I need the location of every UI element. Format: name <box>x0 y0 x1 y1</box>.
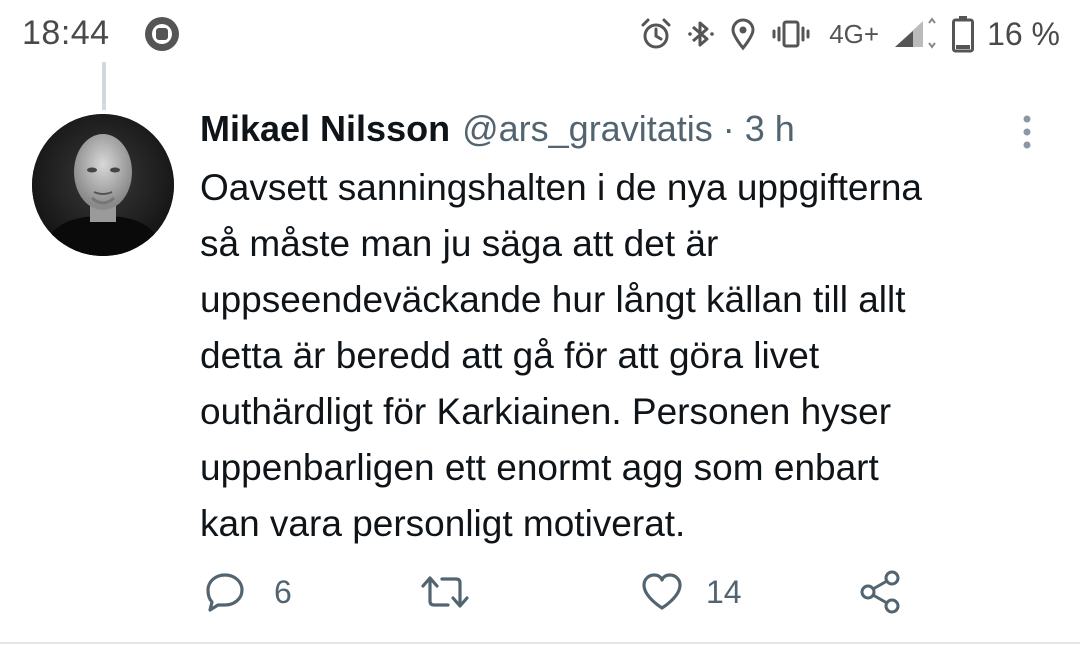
avatar[interactable] <box>32 114 174 256</box>
header-separator: · <box>722 108 735 149</box>
retweet-icon <box>420 571 470 613</box>
share-button[interactable] <box>858 569 902 615</box>
status-bar: 18:44 4G+ 16 % <box>0 0 1080 70</box>
author-name[interactable]: Mikael Nilsson <box>200 108 450 150</box>
divider <box>0 642 1080 644</box>
tweet-text-line: Oavsett sanningshalten i de nya uppgifte… <box>200 167 922 208</box>
tweet-text-line: så måste man ju säga att det är <box>200 223 719 264</box>
tweet-text-line: uppenbarligen ett enormt agg som enbart <box>200 447 879 488</box>
share-icon <box>858 569 902 615</box>
tweet-text-line: uppseendeväckande hur långt källan till … <box>200 279 906 320</box>
reply-count: 6 <box>274 573 292 610</box>
battery-icon <box>951 15 975 53</box>
author-handle[interactable]: @ars_gravitatis <box>462 108 713 150</box>
retweet-button[interactable] <box>420 571 498 613</box>
app-notification-icon <box>142 14 182 54</box>
status-icons: 4G+ 16 % <box>639 10 1060 58</box>
bluetooth-icon <box>687 17 715 51</box>
more-options-icon[interactable] <box>1012 112 1042 152</box>
alarm-icon <box>639 17 673 51</box>
tweet-text-line: kan vara personligt motiverat. <box>200 503 686 544</box>
tweet-text: Oavsett sanningshalten i de nya uppgifte… <box>200 160 1060 552</box>
battery-percent: 16 % <box>987 15 1060 52</box>
reply-icon <box>204 571 246 613</box>
vibrate-icon <box>771 17 811 51</box>
tweet-text-line: detta är beredd att gå för att göra live… <box>200 335 820 376</box>
location-icon <box>729 17 757 51</box>
like-button[interactable]: 14 <box>640 571 742 613</box>
network-type: 4G+ <box>829 18 880 49</box>
reply-button[interactable]: 6 <box>204 571 292 613</box>
tweet-text-line: outhärdligt för Karkiainen. Personen hys… <box>200 391 892 432</box>
heart-icon <box>640 571 684 613</box>
like-count: 14 <box>706 573 742 610</box>
status-time: 18:44 <box>22 14 110 52</box>
tweet-header: Mikael Nilsson @ars_gravitatis · 3 h <box>200 108 795 158</box>
signal-icon <box>893 17 937 51</box>
tweet-action-bar: 6 14 <box>0 565 1080 625</box>
tweet-timestamp[interactable]: 3 h <box>745 108 795 150</box>
thread-connector-line <box>102 62 106 110</box>
